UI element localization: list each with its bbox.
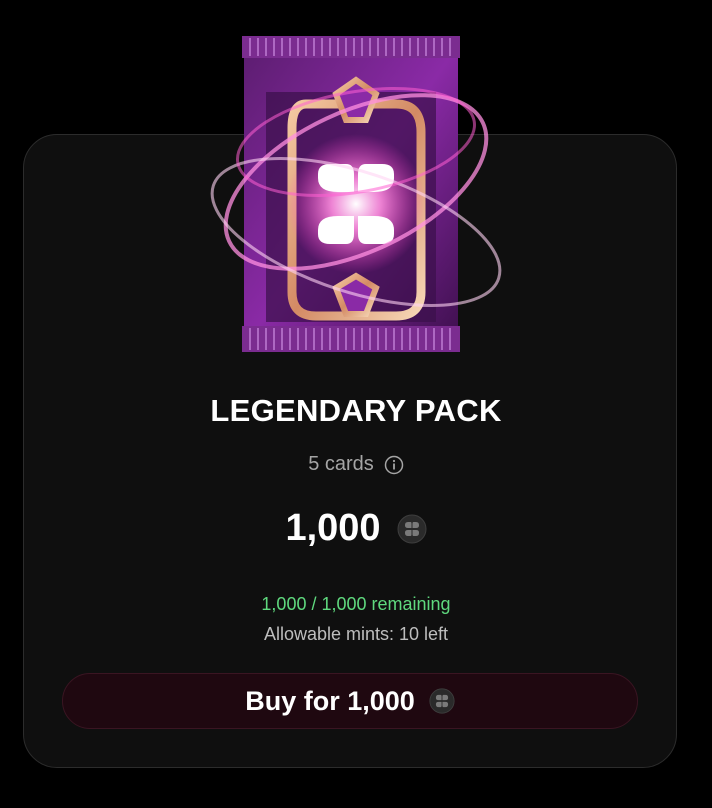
allowable-mints: Allowable mints: 10 left — [263, 624, 449, 644]
coin-icon — [397, 514, 427, 544]
info-icon[interactable] — [384, 455, 404, 475]
price-row: 1,000 — [0, 507, 712, 550]
buy-button[interactable]: Buy for 1,000 — [62, 673, 638, 729]
legendary-pack-image — [206, 32, 506, 362]
remaining-supply: 1,000 / 1,000 remaining — [261, 594, 451, 614]
pack-title: LEGENDARY PACK — [210, 393, 502, 428]
cards-count: 5 cards — [308, 453, 374, 475]
coin-icon — [429, 688, 455, 714]
pack-price: 1,000 — [285, 507, 381, 549]
buy-button-label: Buy for 1,000 — [245, 685, 415, 716]
cards-count-row: 5 cards — [0, 453, 712, 476]
